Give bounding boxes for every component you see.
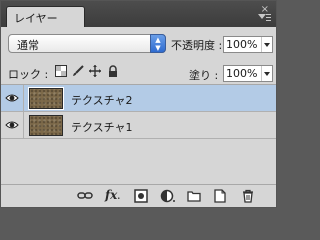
opacity-value: 100%: [226, 38, 258, 51]
divider: [23, 112, 24, 139]
blend-mode-value: 通常: [17, 39, 39, 52]
adjustment-icon[interactable]: [160, 189, 176, 203]
layer-name[interactable]: テクスチャ1: [71, 119, 133, 135]
eye-icon[interactable]: [5, 118, 19, 132]
fill-field[interactable]: 100%: [223, 65, 273, 82]
layers-list: テクスチャ2 テクスチャ1: [1, 85, 276, 185]
lock-position-icon[interactable]: [89, 65, 101, 80]
trash-icon[interactable]: [241, 189, 255, 203]
opacity-field[interactable]: 100%: [223, 36, 273, 53]
panel-header: レイヤー ×: [1, 1, 276, 27]
tab-layers[interactable]: レイヤー: [6, 6, 85, 27]
chevron-updown-icon: ▲ ▼: [150, 34, 166, 53]
fx-icon[interactable]: fx.: [105, 188, 120, 202]
layer-thumbnail[interactable]: [28, 87, 64, 110]
layers-panel: レイヤー × 通常 ▲ ▼ 不透明度 : 100% ロック : 塗り : 100…: [0, 0, 277, 208]
blend-mode-select[interactable]: 通常 ▲ ▼: [8, 34, 166, 53]
fill-dropdown-icon[interactable]: [261, 66, 272, 81]
panel-menu-icon[interactable]: [258, 14, 271, 23]
lock-label: ロック :: [8, 68, 49, 81]
link-icon[interactable]: [77, 189, 93, 203]
lock-paint-icon[interactable]: [72, 65, 84, 80]
fill-value: 100%: [226, 67, 258, 80]
tab-label: レイヤー: [14, 12, 58, 25]
layer-row[interactable]: テクスチャ2: [1, 85, 276, 112]
layer-thumbnail[interactable]: [29, 115, 63, 136]
lock-transparent-icon[interactable]: [55, 65, 67, 80]
opacity-label: 不透明度 :: [171, 39, 223, 52]
folder-icon[interactable]: [187, 189, 201, 203]
layer-name[interactable]: テクスチャ2: [71, 92, 133, 108]
new-layer-icon[interactable]: [213, 189, 227, 203]
eye-icon[interactable]: [5, 91, 19, 105]
divider: [23, 85, 24, 112]
layer-row[interactable]: テクスチャ1: [1, 112, 276, 139]
panel-footer: fx.: [1, 184, 276, 207]
opacity-dropdown-icon[interactable]: [261, 37, 272, 52]
mask-icon[interactable]: [134, 189, 148, 203]
lock-all-icon[interactable]: [107, 65, 119, 80]
fill-label: 塗り :: [189, 69, 219, 82]
